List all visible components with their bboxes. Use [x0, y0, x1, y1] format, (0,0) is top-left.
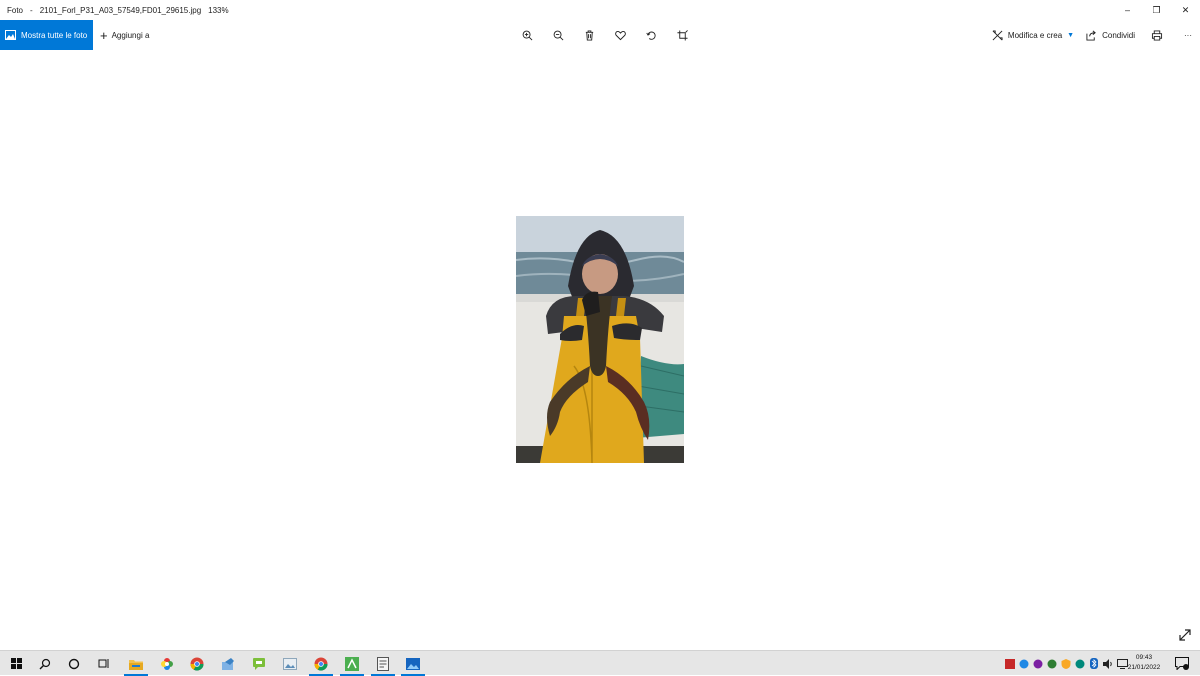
title-bar: Foto -2101_Forl_P31_A03_57549,FD01_29615.…: [0, 0, 1200, 20]
more-options-button[interactable]: ···: [1178, 20, 1200, 50]
tray-app-icon-4[interactable]: [1045, 651, 1059, 676]
taskbar-chrome[interactable]: [183, 651, 211, 676]
close-button[interactable]: ✕: [1171, 0, 1200, 20]
delete-button[interactable]: [574, 20, 605, 50]
taskbar-photos-active[interactable]: [399, 651, 427, 676]
add-to-label: Aggiungi a: [111, 30, 150, 40]
document-icon: [377, 656, 389, 671]
search-button[interactable]: [31, 651, 59, 676]
tray-app-icon-2[interactable]: [1017, 651, 1031, 676]
plus-icon: +: [100, 27, 108, 43]
expand-icon: [1179, 629, 1191, 641]
chat-icon: [253, 657, 265, 670]
rotate-icon: [646, 31, 656, 40]
task-view-button[interactable]: [90, 651, 118, 676]
zoom-out-icon: [553, 30, 564, 40]
notification-icon: [1175, 657, 1189, 670]
share-button[interactable]: Condividi: [1080, 20, 1141, 50]
show-all-photos-label: Mostra tutte le foto: [21, 30, 88, 40]
chrome-icon: [314, 657, 328, 670]
restore-button[interactable]: ❐: [1142, 0, 1171, 20]
edit-create-icon: [992, 29, 1003, 40]
taskbar-clock[interactable]: 09:43 21/01/2022: [1122, 653, 1166, 673]
cortana-icon: [68, 658, 80, 669]
fullscreen-button[interactable]: [1178, 628, 1192, 642]
tray-app-icon-3[interactable]: [1031, 651, 1045, 676]
toolbar: Mostra tutte le foto + Aggiungi a Modifi…: [0, 20, 1200, 50]
taskbar-chrome-2[interactable]: [307, 651, 335, 676]
taskbar-file-explorer[interactable]: [122, 651, 150, 676]
taskbar-app-5[interactable]: [245, 651, 273, 676]
edit-create-button[interactable]: Modifica e crea ▼: [986, 20, 1080, 50]
bluetooth-icon[interactable]: [1087, 651, 1101, 676]
taskbar-app-4[interactable]: [214, 651, 242, 676]
heart-icon: [615, 30, 626, 40]
minimize-button[interactable]: –: [1113, 0, 1142, 20]
photos-icon: [5, 30, 16, 40]
show-all-photos-button[interactable]: Mostra tutte le foto: [0, 20, 93, 50]
zoom-in-button[interactable]: [512, 20, 543, 50]
folder-icon: [129, 659, 143, 670]
photos-icon: [406, 657, 420, 670]
windows-icon: [10, 658, 22, 669]
edit-create-label: Modifica e crea: [1007, 30, 1063, 40]
print-icon: [1151, 29, 1163, 41]
more-icon: ···: [1184, 30, 1192, 40]
start-button[interactable]: [2, 651, 30, 676]
window-title: Foto -2101_Forl_P31_A03_57549,FD01_29615.…: [0, 6, 236, 15]
task-view-icon: [98, 659, 109, 668]
taskbar: 09:43 21/01/2022: [0, 650, 1200, 676]
taskbar-photos-app[interactable]: [153, 651, 181, 676]
zoom-in-icon: [522, 30, 533, 40]
clock-date: 21/01/2022: [1127, 664, 1161, 671]
paint-icon: [222, 657, 234, 670]
taskbar-app-8[interactable]: [338, 651, 366, 676]
green-app-icon: [345, 656, 359, 671]
crop-icon: [677, 29, 688, 41]
crop-button[interactable]: [667, 20, 698, 50]
tray-app-icon-1[interactable]: [1003, 651, 1017, 676]
center-tools: [512, 20, 698, 50]
title-separator: -: [30, 5, 33, 15]
file-name: 2101_Forl_P31_A03_57549,FD01_29615.jpg: [39, 5, 202, 15]
window-controls: – ❐ ✕: [1113, 0, 1200, 20]
photo-image: [516, 216, 684, 463]
share-label: Condividi: [1102, 30, 1135, 40]
pinwheel-icon: [161, 657, 173, 670]
delete-icon: [585, 29, 594, 41]
taskbar-app-6[interactable]: [276, 651, 304, 676]
clock-time: 09:43: [1135, 654, 1153, 661]
app-name: Foto: [7, 5, 24, 15]
chevron-down-icon: ▼: [1067, 31, 1075, 39]
taskbar-app-9[interactable]: [369, 651, 397, 676]
right-tools: Modifica e crea ▼ Condividi ···: [986, 20, 1200, 50]
favorite-button[interactable]: [605, 20, 636, 50]
rotate-button[interactable]: [636, 20, 667, 50]
zoom-out-button[interactable]: [543, 20, 574, 50]
print-button[interactable]: [1141, 20, 1178, 50]
add-to-button[interactable]: + Aggiungi a: [100, 20, 149, 50]
shield-icon[interactable]: [1059, 651, 1073, 676]
image-viewer-icon: [283, 657, 297, 670]
zoom-level: 133%: [208, 5, 229, 15]
search-icon: [39, 658, 51, 669]
share-icon: [1086, 30, 1096, 41]
tray-app-icon-6[interactable]: [1073, 651, 1087, 676]
cortana-button[interactable]: [60, 651, 88, 676]
chrome-icon: [190, 657, 204, 670]
notification-center-button[interactable]: [1172, 651, 1192, 676]
volume-icon[interactable]: [1101, 651, 1115, 676]
system-tray: [1003, 651, 1129, 676]
